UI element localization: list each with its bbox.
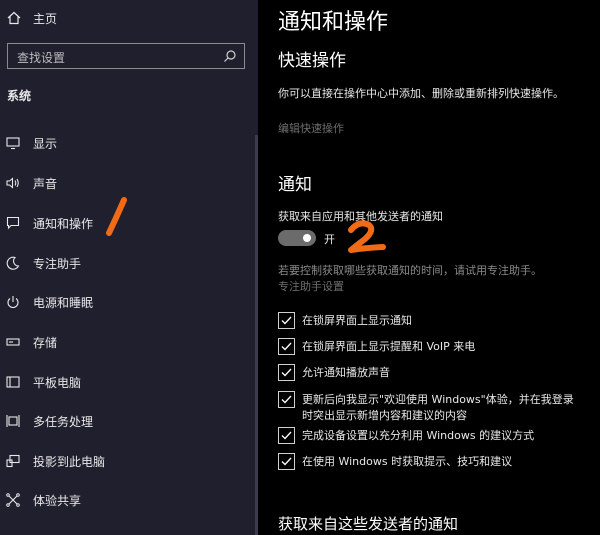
notifications-heading: 通知	[278, 175, 312, 195]
monitor-icon	[6, 137, 20, 150]
share-icon	[6, 493, 20, 507]
sidebar-item-power-sleep[interactable]: 电源和睡眠	[0, 287, 258, 317]
sidebar-item-label: 通知和操作	[33, 217, 94, 231]
sidebar-item-shared-experiences[interactable]: 体验共享	[0, 485, 258, 515]
search-icon[interactable]	[223, 49, 237, 63]
checkbox-label-line2: 时突出显示新增内容和建议的内容	[302, 409, 467, 422]
focus-assist-settings-link[interactable]: 专注助手设置	[278, 278, 344, 294]
home-label: 主页	[33, 11, 58, 26]
quick-actions-description: 你可以直接在操作中心中添加、删除或重新排列快速操作。	[278, 87, 564, 100]
sidebar-item-label: 平板电脑	[33, 376, 82, 390]
checkbox[interactable]	[278, 453, 295, 470]
edit-quick-actions-link[interactable]: 编辑快速操作	[278, 120, 344, 136]
storage-icon	[6, 338, 20, 346]
senders-heading: 获取来自这些发送者的通知	[278, 515, 459, 533]
sidebar-item-multitasking[interactable]: 多任务处理	[0, 406, 258, 436]
check-icon	[281, 457, 292, 466]
checkbox[interactable]	[278, 391, 295, 408]
sidebar-item-label: 显示	[33, 137, 58, 151]
sidebar-item-display[interactable]: 显示	[0, 128, 258, 158]
check-icon	[281, 431, 292, 440]
section-title: 系统	[7, 89, 32, 103]
notifications-toggle[interactable]	[278, 230, 316, 246]
check-icon	[281, 395, 292, 404]
sidebar-item-storage[interactable]: 存储	[0, 327, 258, 357]
home-icon	[7, 11, 21, 25]
focus-assist-hint: 若要控制获取哪些获取通知的时间，请试用专注助手。	[278, 264, 542, 277]
search-input[interactable]: 查找设置	[7, 43, 245, 69]
check-icon	[281, 342, 292, 351]
checkbox[interactable]	[278, 338, 295, 355]
tablet-icon	[6, 376, 20, 388]
annotation-mark-1	[106, 197, 127, 236]
sidebar-item-label: 专注助手	[33, 257, 82, 271]
checkbox-label-line1: 更新后向我显示"欢迎使用 Windows"体验，并在我登录	[302, 393, 574, 406]
checkbox-label: 在锁屏界面上显示通知	[302, 314, 412, 327]
annotation-mark-2	[348, 220, 386, 253]
sidebar-item-tablet[interactable]: 平板电脑	[0, 367, 258, 397]
checkbox-label: 在使用 Windows 时获取提示、技巧和建议	[302, 455, 513, 468]
project-icon	[6, 454, 20, 468]
notification-icon	[6, 216, 20, 230]
moon-icon	[6, 256, 20, 270]
check-icon	[281, 316, 292, 325]
sidebar-item-focus-assist[interactable]: 专注助手	[0, 248, 258, 278]
toggle-knob	[303, 234, 311, 242]
speaker-icon	[6, 177, 19, 189]
home-nav-item[interactable]: 主页	[0, 4, 258, 32]
checkbox[interactable]	[278, 427, 295, 444]
sidebar-item-label: 多任务处理	[33, 415, 94, 429]
quick-actions-heading: 快速操作	[278, 51, 346, 71]
search-placeholder: 查找设置	[17, 51, 66, 65]
sidebar-item-label: 存储	[33, 336, 58, 350]
checkbox[interactable]	[278, 312, 295, 329]
power-icon	[7, 296, 19, 309]
sidebar-item-label: 体验共享	[33, 494, 82, 508]
check-icon	[281, 368, 292, 377]
sidebar: 主页 查找设置 系统 显示 声音 通知和操作 专注助手 电源和睡眠 存储 平板电…	[0, 0, 258, 535]
checkbox-label: 完成设备设置以充分利用 Windows 的建议方式	[302, 429, 535, 442]
sidebar-item-sound[interactable]: 声音	[0, 168, 258, 198]
sidebar-item-project[interactable]: 投影到此电脑	[0, 446, 258, 476]
sidebar-item-label: 投影到此电脑	[33, 455, 106, 469]
checkbox[interactable]	[278, 364, 295, 381]
main-content: 通知和操作 快速操作 你可以直接在操作中心中添加、删除或重新排列快速操作。 编辑…	[258, 0, 600, 535]
sidebar-item-label: 声音	[33, 177, 58, 191]
multitask-icon	[6, 415, 20, 427]
page-title: 通知和操作	[278, 10, 389, 35]
checkbox-label: 允许通知播放声音	[302, 366, 390, 379]
sidebar-item-label: 电源和睡眠	[33, 296, 94, 310]
checkbox-label: 在锁屏界面上显示提醒和 VoIP 来电	[302, 340, 476, 353]
toggle-state-label: 开	[324, 233, 335, 246]
